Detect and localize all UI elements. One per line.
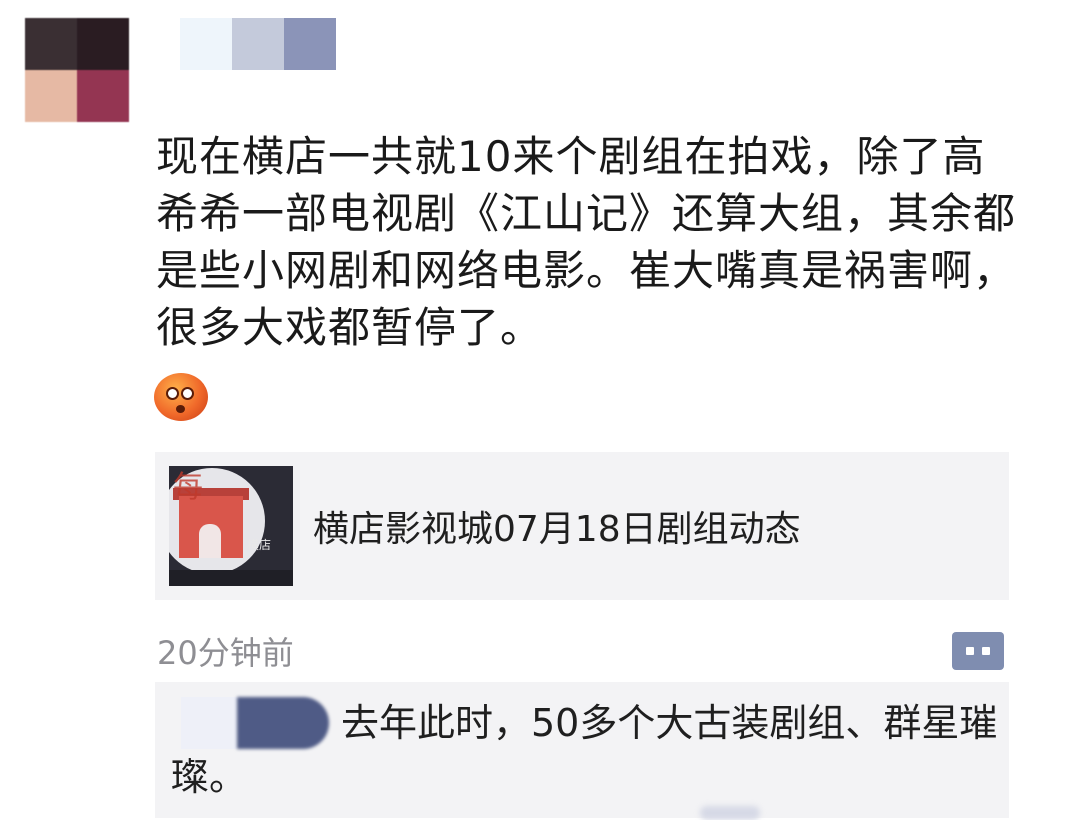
post-timestamp: 20分钟前 — [157, 634, 294, 672]
avatar-cell — [25, 18, 77, 70]
avatar-cell — [77, 18, 129, 70]
name-mask-cell — [284, 18, 336, 70]
shared-link-card[interactable]: 每 横店 横店影视城07月18日剧组动态 — [155, 452, 1009, 600]
emoji-eye — [181, 387, 194, 400]
username-redacted[interactable] — [180, 18, 336, 70]
emoji-eye — [166, 387, 179, 400]
name-mask-cell — [232, 18, 284, 70]
commenter-name-redacted[interactable] — [181, 697, 329, 749]
comment-section: 去年此时，50多个大古装剧组、群星璀璨。 — [155, 682, 1009, 818]
post-text: 现在横店一共就10来个剧组在拍戏，除了高希希一部电视剧《江山记》还算大组，其余都… — [156, 132, 1017, 352]
comment-icon[interactable] — [952, 632, 1004, 670]
link-card-title: 横店影视城07月18日剧组动态 — [313, 509, 801, 550]
avatar[interactable] — [25, 18, 129, 122]
link-thumbnail: 每 横店 — [169, 466, 293, 586]
emoji-mouth — [176, 405, 185, 413]
name-mask-cell — [180, 18, 232, 70]
thumbnail-caption: 横店 — [247, 538, 272, 552]
avatar-cell — [77, 70, 129, 122]
avatar-cell — [25, 70, 77, 122]
flushed-face-emoji-icon — [154, 373, 208, 421]
thumbnail-logo-glyph: 每 — [173, 470, 203, 505]
